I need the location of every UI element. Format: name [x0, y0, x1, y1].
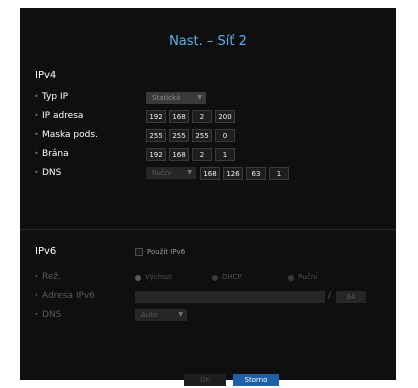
gateway-octet-4[interactable]: 1 — [215, 148, 235, 161]
cancel-button[interactable]: Storno — [233, 374, 279, 386]
gateway-octet-2[interactable]: 168 — [169, 148, 189, 161]
ok-button[interactable]: OK — [184, 374, 226, 386]
bullet-icon: • — [34, 310, 39, 319]
gateway-label: • Brána — [34, 149, 69, 159]
dns-label: • DNS — [34, 168, 62, 178]
radio-default-label: Výchozí — [145, 273, 172, 281]
subnet-mask-octet-1[interactable]: 255 — [146, 129, 166, 142]
dialog-title: Nast. – Síť 2 — [169, 34, 247, 49]
bullet-icon: • — [34, 111, 39, 120]
bullet-icon: • — [34, 149, 39, 158]
radio-manual[interactable] — [288, 275, 294, 281]
ipv6-heading: IPv6 — [35, 246, 57, 257]
prefix-separator: / — [328, 291, 332, 301]
bullet-icon: • — [34, 130, 39, 139]
ipv6-address-label: • Adresa IPv6 — [34, 291, 95, 301]
ipv6-prefix-input[interactable]: 64 — [336, 291, 366, 303]
gateway-octet-1[interactable]: 192 — [146, 148, 166, 161]
ipv4-heading: IPv4 — [35, 70, 57, 81]
subnet-mask-octet-2[interactable]: 255 — [169, 129, 189, 142]
chevron-down-icon: ▼ — [187, 169, 192, 176]
dns-octet-4[interactable]: 1 — [269, 167, 289, 180]
ip-address-octet-2[interactable]: 168 — [169, 110, 189, 123]
radio-default[interactable] — [135, 275, 141, 281]
chevron-down-icon: ▼ — [197, 94, 202, 101]
network-settings-dialog: Nast. – Síť 2 IPv4 • Typ IP Statická ▼ •… — [20, 8, 396, 386]
bullet-icon: • — [34, 92, 39, 101]
chevron-down-icon: ▼ — [178, 311, 183, 318]
ip-address-label: • IP adresa — [34, 111, 84, 121]
bullet-icon: • — [34, 291, 39, 300]
use-ipv6-label: Použít IPv6 — [147, 248, 186, 256]
dns-octet-2[interactable]: 126 — [223, 167, 243, 180]
dns-mode-dropdown[interactable]: Ruční ▼ — [146, 167, 196, 179]
subnet-mask-octet-3[interactable]: 255 — [192, 129, 212, 142]
type-ip-label: • Typ IP — [34, 92, 69, 102]
dns-octet-1[interactable]: 168 — [200, 167, 220, 180]
radio-dhcp-label: DHCP — [222, 273, 242, 281]
subnet-mask-label: • Maska pods. — [34, 130, 98, 140]
ipv6-address-input[interactable] — [135, 291, 325, 303]
subnet-mask-octet-4[interactable]: 0 — [215, 129, 235, 142]
section-divider — [20, 229, 396, 230]
gateway-octet-3[interactable]: 2 — [192, 148, 212, 161]
ipv6-dns-dropdown[interactable]: Auto ▼ — [135, 309, 187, 321]
ip-address-octet-3[interactable]: 2 — [192, 110, 212, 123]
dns-octet-3[interactable]: 63 — [246, 167, 266, 180]
bullet-icon: • — [34, 168, 39, 177]
type-ip-dropdown[interactable]: Statická ▼ — [146, 92, 206, 104]
radio-manual-label: Ruční — [298, 273, 318, 281]
radio-dhcp[interactable] — [212, 275, 218, 281]
ipv6-mode-label: • Rež. — [34, 272, 61, 282]
use-ipv6-checkbox[interactable] — [135, 248, 143, 256]
ipv6-dns-label: • DNS — [34, 310, 62, 320]
ip-address-octet-4[interactable]: 200 — [215, 110, 235, 123]
bullet-icon: • — [34, 272, 39, 281]
ip-address-octet-1[interactable]: 192 — [146, 110, 166, 123]
